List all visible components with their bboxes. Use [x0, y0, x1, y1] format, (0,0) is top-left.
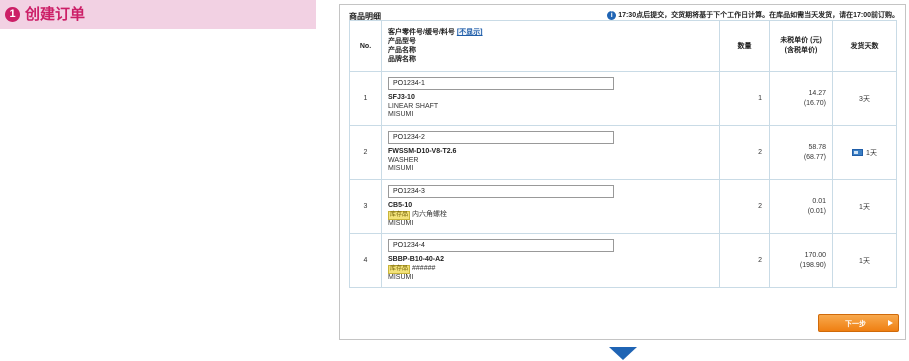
order-panel: 商品明细 i 17:30点后提交，交货期将基于下个工作日计算。在库品如需当天发货…	[339, 4, 906, 340]
table-row: 2 FWSSM-D10-V8-T2.6 WASHER MISUMI 2 58.7…	[349, 125, 897, 180]
cutoff-notice: i 17:30点后提交，交货期将基于下个工作日计算。在库品如需当天发货，请在17…	[607, 10, 899, 20]
row-ship-days: 1天	[832, 179, 897, 234]
stock-badge: 库存品	[388, 264, 411, 274]
unit-price: 58.78	[808, 143, 826, 151]
header-product-name: 产品名称	[388, 47, 416, 54]
part-number: SBBP-B10-40-A2	[388, 256, 445, 263]
info-icon: i	[607, 10, 617, 20]
product-name: WASHER	[388, 156, 419, 164]
row-qty: 2	[719, 125, 770, 180]
step-number-badge: 1	[5, 7, 20, 22]
part-number: FWSSM-D10-V8-T2.6	[388, 148, 457, 156]
row-ship-days: 1天	[832, 233, 897, 288]
row-no: 2	[349, 125, 382, 180]
truck-icon	[852, 149, 864, 157]
unit-price-tax: (16.70)	[803, 99, 826, 107]
product-name: 内六角螺栓	[412, 210, 448, 218]
header-no: No.	[349, 20, 382, 72]
header-customer-part-no: 客户零件号/缓号/料号	[388, 29, 455, 36]
header-ship-days: 发货天数	[832, 20, 897, 72]
row-qty: 2	[719, 233, 770, 288]
po-number-input[interactable]	[388, 185, 614, 198]
row-product: SBBP-B10-40-A2 库存品###### MISUMI	[381, 233, 720, 288]
table-row: 1 SFJ3-10 LINEAR SHAFT MISUMI 1 14.27 (1…	[349, 71, 897, 126]
row-price: 0.01 (0.01)	[769, 179, 833, 234]
product-name-line: 库存品 内六角螺栓	[388, 210, 713, 220]
next-step-label: 下一步	[845, 321, 866, 328]
unit-price: 14.27	[808, 89, 826, 97]
row-ship-days: 1天	[832, 125, 897, 180]
row-price: 170.00 (198.90)	[769, 233, 833, 288]
product-name: LINEAR SHAFT	[388, 102, 439, 110]
part-number: CB5-10	[388, 202, 413, 209]
table-header-row: No. 客户零件号/缓号/料号 [不显示] 产品型号 产品名称 品牌名称 数量 …	[349, 20, 897, 72]
step-title: 创建订单	[25, 6, 86, 23]
unit-price-tax: (0.01)	[807, 207, 826, 215]
row-ship-days: 3天	[832, 71, 897, 126]
stock-badge: 库存品	[388, 210, 411, 220]
step-header: 1 创建订单	[0, 0, 316, 29]
po-number-input[interactable]	[388, 77, 614, 91]
ship-days-value: 1天	[866, 149, 877, 157]
brand-name: MISUMI	[388, 273, 414, 281]
po-number-input[interactable]	[388, 131, 614, 145]
row-qty: 2	[719, 179, 770, 234]
header-brand: 品牌名称	[388, 56, 416, 63]
unit-price: 170.00	[804, 251, 826, 259]
row-price: 14.27 (16.70)	[769, 71, 833, 126]
arrow-right-icon	[888, 320, 893, 326]
header-product: 客户零件号/缓号/料号 [不显示] 产品型号 产品名称 品牌名称	[381, 20, 720, 72]
product-name-line: 库存品 ######	[388, 264, 713, 274]
header-price: 未税单价 (元) (含税单价)	[769, 20, 833, 72]
next-step-button[interactable]: 下一步	[818, 314, 899, 332]
header-model: 产品型号	[388, 38, 416, 45]
unit-price-tax: (198.90)	[799, 261, 826, 269]
order-items-table: No. 客户零件号/缓号/料号 [不显示] 产品型号 产品名称 品牌名称 数量 …	[349, 20, 897, 288]
po-number-input[interactable]	[388, 239, 614, 252]
brand-name: MISUMI	[388, 165, 414, 173]
row-qty: 1	[719, 71, 770, 126]
row-no: 1	[349, 71, 382, 126]
hide-link[interactable]: [不显示]	[456, 29, 483, 36]
table-row: 3 CB5-10 库存品内六角螺栓 MISUMI 2 0.01 (0.01) 1…	[349, 179, 897, 234]
row-price: 58.78 (68.77)	[769, 125, 833, 180]
brand-name: MISUMI	[388, 219, 414, 227]
cutoff-notice-text: 17:30点后提交，交货期将基于下个工作日计算。在库品如需当天发货，请在17:0…	[618, 12, 899, 19]
row-product: CB5-10 库存品内六角螺栓 MISUMI	[381, 179, 720, 234]
brand-name: MISUMI	[388, 111, 414, 119]
header-price-excl-tax: 未税单价 (元)	[780, 37, 822, 44]
unit-price: 0.01	[812, 197, 826, 205]
row-product: FWSSM-D10-V8-T2.6 WASHER MISUMI	[381, 125, 720, 180]
header-price-incl-tax: (含税单价)	[784, 47, 818, 54]
row-no: 3	[349, 179, 382, 234]
unit-price-tax: (68.77)	[803, 153, 826, 161]
row-product: SFJ3-10 LINEAR SHAFT MISUMI	[381, 71, 720, 126]
down-arrow-icon	[609, 347, 637, 360]
row-no: 4	[349, 233, 382, 288]
product-name: ######	[412, 264, 436, 272]
part-number: SFJ3-10	[388, 94, 415, 102]
header-qty: 数量	[719, 20, 770, 72]
table-row: 4 SBBP-B10-40-A2 库存品###### MISUMI 2 170.…	[349, 233, 897, 288]
